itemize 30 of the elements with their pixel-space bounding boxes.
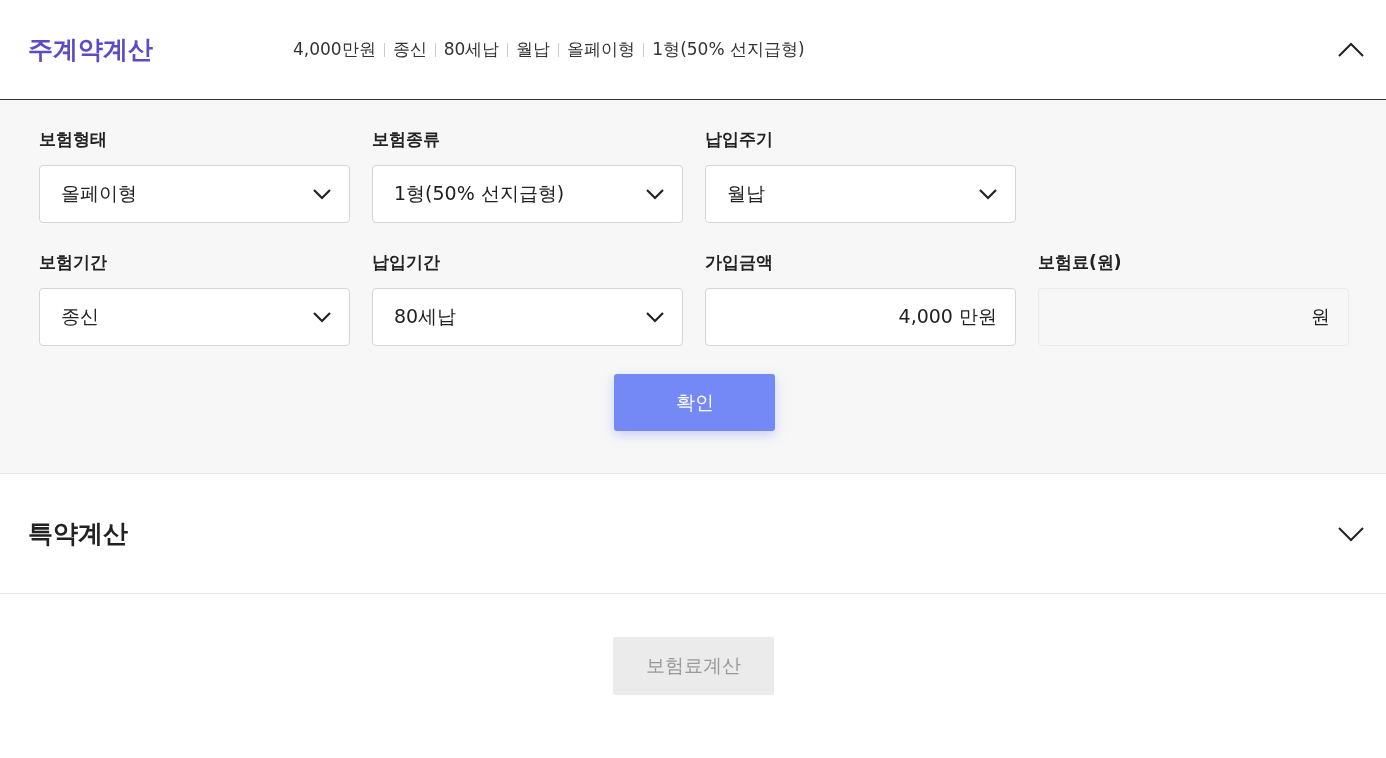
summary-item: 종신 bbox=[392, 38, 427, 61]
chevron-icon[interactable] bbox=[1338, 41, 1364, 58]
select-field[interactable]: 종신 bbox=[39, 288, 350, 346]
select-field[interactable]: 80세납 bbox=[372, 288, 683, 346]
select-field[interactable]: 월납 bbox=[705, 165, 1016, 223]
field-label: 보험형태 bbox=[39, 128, 107, 151]
field-label: 납입주기 bbox=[705, 128, 773, 151]
summary-item: 월납 bbox=[516, 38, 551, 61]
select-field[interactable]: 1형(50% 선지급형) bbox=[372, 165, 683, 223]
chevron-icon[interactable] bbox=[1338, 525, 1364, 542]
section-title: 주계약계산 bbox=[28, 34, 154, 66]
summary-item: 4,000만원 bbox=[293, 38, 376, 61]
premium-field: 원 bbox=[1038, 288, 1349, 346]
chevron-down-icon bbox=[646, 188, 664, 200]
field-label: 보험종류 bbox=[372, 128, 440, 151]
summary-item: 올페이형 bbox=[567, 38, 636, 61]
field-label: 납입기간 bbox=[372, 251, 440, 274]
amount-input[interactable]: 4,000 만원 bbox=[705, 288, 1016, 346]
chevron-down-icon bbox=[313, 188, 331, 200]
select-field[interactable]: 올페이형 bbox=[39, 165, 350, 223]
summary-item: 1형(50% 선지급형) bbox=[652, 38, 805, 61]
section-title: 특약계산 bbox=[28, 518, 129, 550]
field-label: 보험료(원) bbox=[1038, 251, 1122, 274]
chevron-down-icon bbox=[313, 311, 331, 323]
field-label: 보험기간 bbox=[39, 251, 107, 274]
section-header[interactable]: 특약계산 bbox=[0, 473, 1386, 594]
field-label: 가입금액 bbox=[705, 251, 773, 274]
chevron-down-icon bbox=[979, 188, 997, 200]
chevron-down-icon bbox=[646, 311, 664, 323]
summary-item: 80세납 bbox=[443, 38, 500, 61]
